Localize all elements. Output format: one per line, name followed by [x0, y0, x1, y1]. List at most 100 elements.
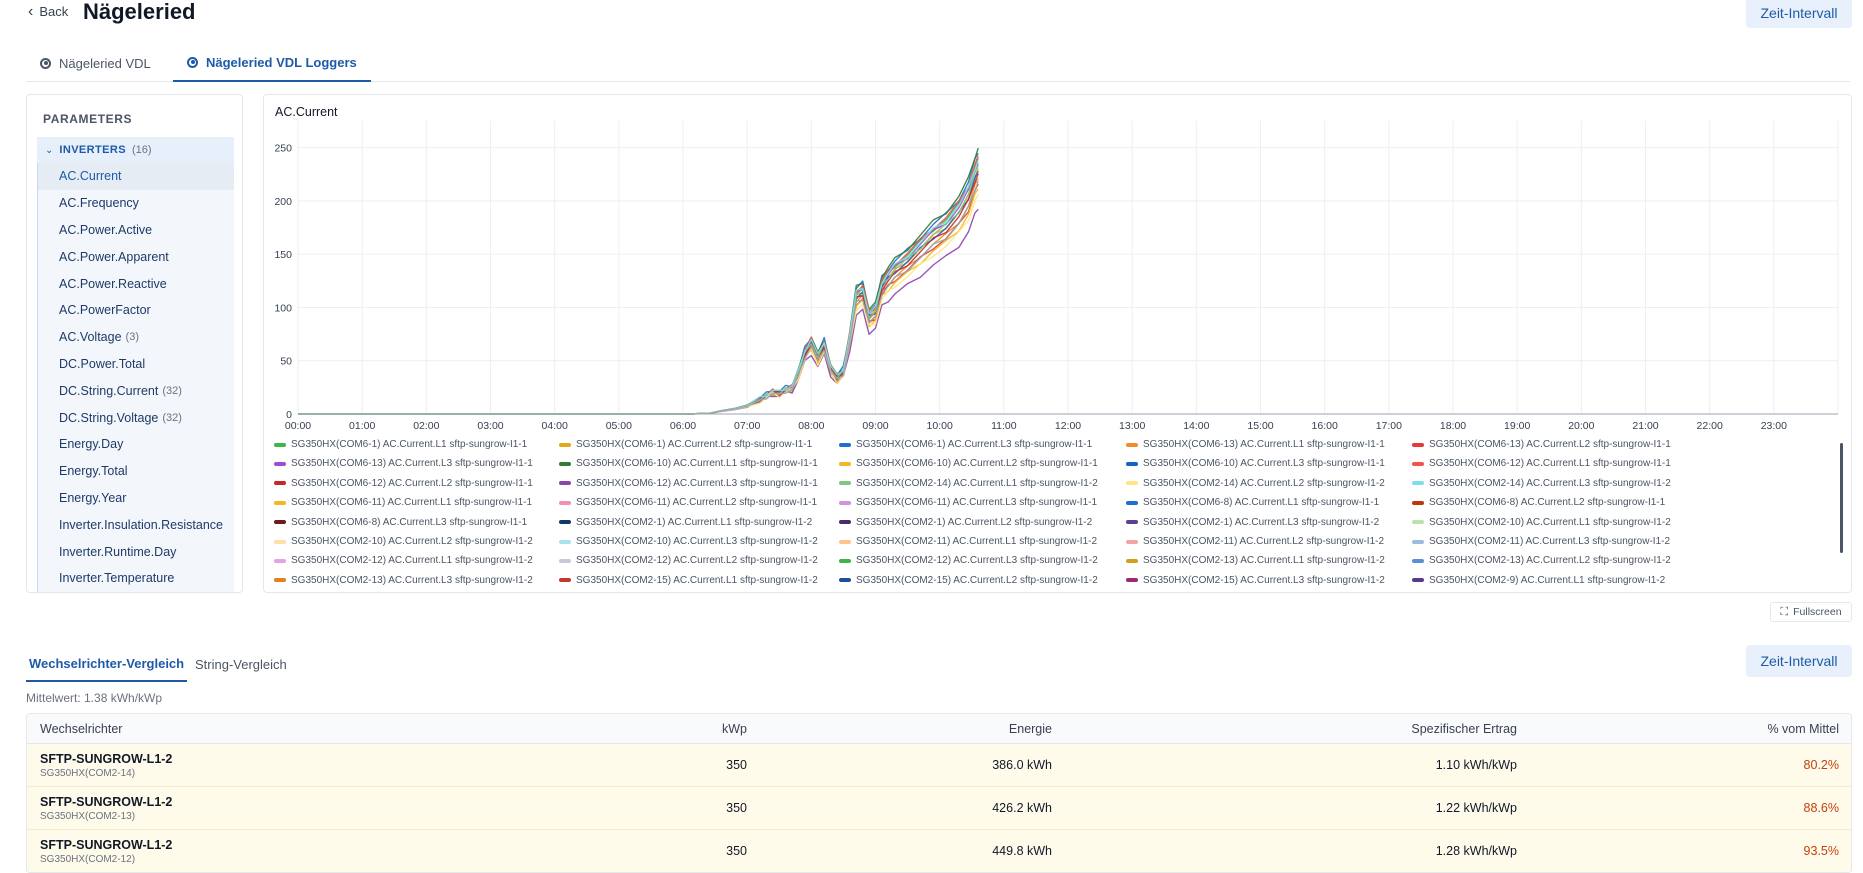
parameter-item[interactable]: AC.Power.Active: [38, 217, 234, 244]
legend-swatch: [839, 500, 851, 505]
header-kwp: kWp: [722, 721, 747, 736]
fullscreen-button[interactable]: ⛶ Fullscreen: [1770, 602, 1852, 622]
legend-item[interactable]: SG350HX(COM2-13) AC.Current.L2 sftp-sung…: [1412, 555, 1671, 566]
x-tick-label: 04:00: [542, 420, 568, 432]
x-tick-label: 08:00: [798, 420, 824, 432]
legend-label: SG350HX(COM6-8) AC.Current.L1 sftp-sungr…: [1143, 497, 1380, 509]
parameter-item[interactable]: AC.PowerFactor: [38, 297, 234, 324]
legend-scrollbar[interactable]: [1840, 443, 1843, 553]
legend-swatch: [1126, 442, 1138, 447]
legend-item[interactable]: SG350HX(COM2-11) AC.Current.L2 sftp-sung…: [1126, 536, 1384, 547]
legend-item[interactable]: SG350HX(COM2-12) AC.Current.L2 sftp-sung…: [559, 555, 818, 566]
legend-item[interactable]: SG350HX(COM6-10) AC.Current.L1 sftp-sung…: [559, 458, 818, 469]
legend-item[interactable]: SG350HX(COM2-10) AC.Current.L1 sftp-sung…: [1412, 517, 1671, 528]
legend-label: SG350HX(COM2-1) AC.Current.L2 sftp-sungr…: [856, 516, 1093, 528]
legend-item[interactable]: SG350HX(COM6-11) AC.Current.L3 sftp-sung…: [839, 497, 1097, 508]
legend-item[interactable]: SG350HX(COM6-8) AC.Current.L3 sftp-sungr…: [274, 517, 527, 528]
tab-string-vergleich[interactable]: String-Vergleich: [195, 646, 287, 682]
legend-item[interactable]: SG350HX(COM6-11) AC.Current.L2 sftp-sung…: [559, 497, 817, 508]
legend-item[interactable]: SG350HX(COM2-1) AC.Current.L1 sftp-sungr…: [559, 517, 812, 528]
legend-item[interactable]: SG350HX(COM6-11) AC.Current.L1 sftp-sung…: [274, 497, 532, 508]
tab-naegeleried-vdl-loggers[interactable]: Nägeleried VDL Loggers: [173, 44, 371, 82]
parameter-label: AC.Power.Active: [59, 222, 153, 237]
parameter-label: DC.String.Current: [59, 383, 159, 398]
zeit-intervall-button[interactable]: Zeit-Intervall: [1746, 0, 1852, 28]
pct-cell: 93.5%: [1803, 844, 1839, 858]
back-link[interactable]: ‹ Back: [28, 4, 68, 20]
parameter-item[interactable]: DC.Power.Total: [38, 351, 234, 378]
line-chart[interactable]: 00:00 01:00 02:00 03:00 04:00 05:00 06:00 07:00…: [264, 95, 1852, 435]
parameter-item[interactable]: DC.String.Voltage (32): [38, 404, 234, 431]
legend-item[interactable]: SG350HX(COM2-10) AC.Current.L2 sftp-sung…: [274, 536, 533, 547]
parameter-item[interactable]: AC.Current: [38, 163, 234, 190]
parameter-item[interactable]: AC.Power.Apparent: [38, 243, 234, 270]
legend-item[interactable]: SG350HX(COM2-13) AC.Current.L3 sftp-sung…: [274, 575, 533, 585]
parameter-item[interactable]: Inverter.Temperature: [38, 565, 234, 592]
x-tick-label: 10:00: [927, 420, 953, 432]
legend-item[interactable]: SG350HX(COM2-11) AC.Current.L3 sftp-sung…: [1412, 536, 1670, 547]
ertrag-cell: 1.10 kWh/kWp: [1435, 758, 1517, 772]
legend-item[interactable]: SG350HX(COM6-12) AC.Current.L2 sftp-sung…: [274, 478, 533, 489]
parameter-item[interactable]: Inverter.Runtime.Day: [38, 538, 234, 565]
ertrag-cell: 1.28 kWh/kWp: [1435, 844, 1517, 858]
legend-label: SG350HX(COM2-11) AC.Current.L1 sftp-sung…: [856, 536, 1098, 547]
legend-item[interactable]: SG350HX(COM2-15) AC.Current.L2 sftp-sung…: [839, 575, 1098, 585]
tab-naegeleried-vdl[interactable]: Nägeleried VDL: [40, 44, 151, 82]
legend-item[interactable]: SG350HX(COM2-10) AC.Current.L3 sftp-sung…: [559, 536, 818, 547]
legend-item[interactable]: SG350HX(COM6-13) AC.Current.L1 sftp-sung…: [1126, 439, 1385, 450]
legend-item[interactable]: SG350HX(COM6-10) AC.Current.L2 sftp-sung…: [839, 458, 1098, 469]
legend-label: SG350HX(COM2-11) AC.Current.L2 sftp-sung…: [1143, 536, 1385, 547]
legend-item[interactable]: SG350HX(COM2-15) AC.Current.L1 sftp-sung…: [559, 575, 818, 585]
tab-label: Nägeleried VDL Loggers: [206, 54, 357, 70]
zeit-intervall-button-2[interactable]: Zeit-Intervall: [1746, 645, 1852, 677]
legend-item[interactable]: SG350HX(COM2-1) AC.Current.L3 sftp-sungr…: [1126, 517, 1379, 528]
bottom-tabs: Wechselrichter-Vergleich String-Vergleic…: [26, 646, 1326, 682]
legend-swatch: [839, 558, 851, 563]
parameter-item[interactable]: Energy.Year: [38, 485, 234, 512]
tab-wechselrichter-vergleich[interactable]: Wechselrichter-Vergleich: [26, 646, 188, 682]
legend-item[interactable]: SG350HX(COM2-14) AC.Current.L2 sftp-sung…: [1126, 478, 1385, 489]
parameter-item[interactable]: AC.Voltage (3): [38, 324, 234, 351]
header-energie: Energie: [1008, 721, 1052, 736]
inverters-group-toggle[interactable]: ⌄ INVERTERS (16): [37, 137, 234, 163]
legend-item[interactable]: SG350HX(COM2-14) AC.Current.L1 sftp-sung…: [839, 478, 1098, 489]
legend-swatch: [1126, 539, 1138, 544]
parameter-label: Energy.Day: [59, 437, 124, 452]
legend-label: SG350HX(COM2-9) AC.Current.L1 sftp-sungr…: [1429, 574, 1666, 585]
legend-swatch: [559, 558, 571, 563]
legend-item[interactable]: SG350HX(COM2-13) AC.Current.L1 sftp-sung…: [1126, 555, 1385, 566]
parameter-item[interactable]: AC.Power.Reactive: [38, 270, 234, 297]
legend-item[interactable]: SG350HX(COM6-1) AC.Current.L2 sftp-sungr…: [559, 439, 812, 450]
parameter-item[interactable]: Inverter.Insulation.Resistance: [38, 511, 234, 538]
legend-item[interactable]: SG350HX(COM2-9) AC.Current.L1 sftp-sungr…: [1412, 575, 1665, 585]
legend-item[interactable]: SG350HX(COM2-1) AC.Current.L2 sftp-sungr…: [839, 517, 1092, 528]
legend-swatch: [1412, 558, 1424, 563]
legend-label: SG350HX(COM6-8) AC.Current.L2 sftp-sungr…: [1429, 497, 1666, 509]
legend-item[interactable]: SG350HX(COM6-10) AC.Current.L3 sftp-sung…: [1126, 458, 1385, 469]
legend-item[interactable]: SG350HX(COM6-12) AC.Current.L3 sftp-sung…: [559, 478, 818, 489]
legend-item[interactable]: SG350HX(COM6-8) AC.Current.L2 sftp-sungr…: [1412, 497, 1665, 508]
table-row[interactable]: SFTP-SUNGROW-L1-2 SG350HX(COM2-13) 350 426.…: [27, 787, 1851, 830]
inverter-name-cell: SFTP-SUNGROW-L1-2 SG350HX(COM2-14): [40, 744, 172, 786]
legend-item[interactable]: SG350HX(COM2-15) AC.Current.L3 sftp-sung…: [1126, 575, 1385, 585]
parameter-item[interactable]: Energy.Total: [38, 458, 234, 485]
legend-item[interactable]: SG350HX(COM6-13) AC.Current.L2 sftp-sung…: [1412, 439, 1671, 450]
parameter-item[interactable]: AC.Frequency: [38, 190, 234, 217]
parameter-item[interactable]: DC.String.Current (32): [38, 377, 234, 404]
legend-item[interactable]: SG350HX(COM2-14) AC.Current.L3 sftp-sung…: [1412, 478, 1671, 489]
legend-item[interactable]: SG350HX(COM2-12) AC.Current.L3 sftp-sung…: [839, 555, 1098, 566]
legend-item[interactable]: SG350HX(COM2-11) AC.Current.L1 sftp-sung…: [839, 536, 1097, 547]
table-header: Wechselrichter kWp Energie Spezifischer …: [27, 714, 1851, 744]
table-row[interactable]: SFTP-SUNGROW-L1-2 SG350HX(COM2-14) 350 386.…: [27, 744, 1851, 787]
legend-item[interactable]: SG350HX(COM6-1) AC.Current.L3 sftp-sungr…: [839, 439, 1092, 450]
legend-item[interactable]: SG350HX(COM6-12) AC.Current.L1 sftp-sung…: [1412, 458, 1671, 469]
legend-item[interactable]: SG350HX(COM6-1) AC.Current.L1 sftp-sungr…: [274, 439, 527, 450]
legend-item[interactable]: SG350HX(COM2-12) AC.Current.L1 sftp-sung…: [274, 555, 533, 566]
legend-item[interactable]: SG350HX(COM6-8) AC.Current.L1 sftp-sungr…: [1126, 497, 1379, 508]
y-tick-label: 250: [274, 143, 292, 155]
legend-item[interactable]: SG350HX(COM6-13) AC.Current.L3 sftp-sung…: [274, 458, 533, 469]
legend-label: SG350HX(COM2-15) AC.Current.L3 sftp-sung…: [1143, 574, 1385, 585]
legend-label: SG350HX(COM6-1) AC.Current.L3 sftp-sungr…: [856, 439, 1093, 450]
parameter-item[interactable]: Energy.Day: [38, 431, 234, 458]
y-tick-label: 50: [280, 356, 292, 368]
